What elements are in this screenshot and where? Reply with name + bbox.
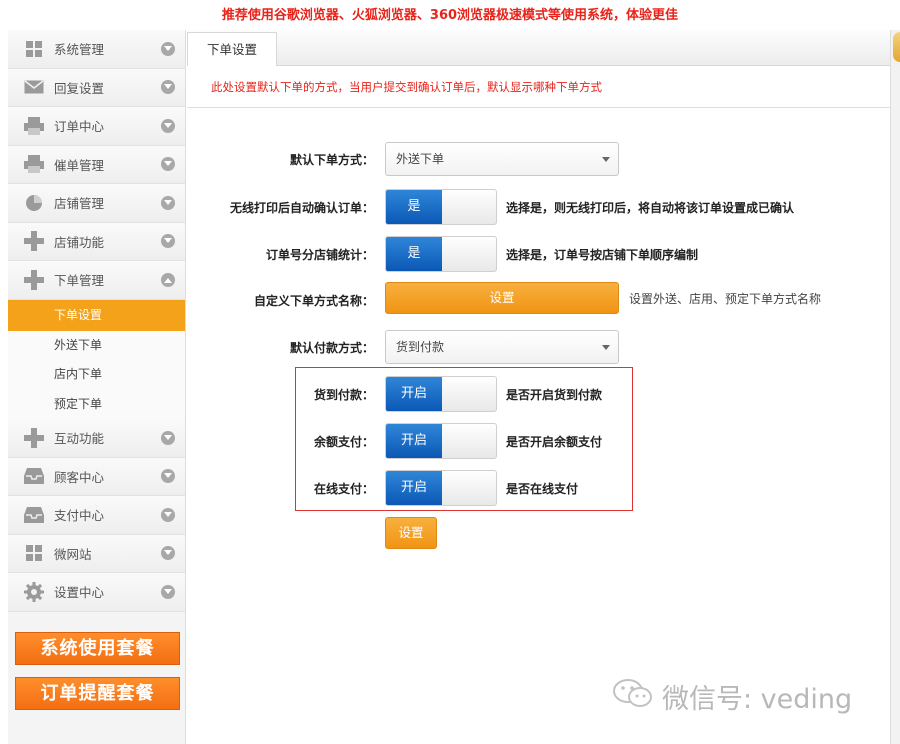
order-number-label: 订单号分店铺统计： xyxy=(265,248,374,262)
sidebar-item-label: 订单中心 xyxy=(54,119,105,135)
chevron-down-icon xyxy=(161,41,175,56)
chevron-up-icon xyxy=(161,272,175,287)
sidebar-item-interaction[interactable]: 互动功能 xyxy=(8,419,185,458)
online-pay-desc: 是否在线支付 xyxy=(506,482,579,496)
balance-label: 余额支付： xyxy=(313,435,374,449)
cod-desc: 是否开启货到付款 xyxy=(506,388,603,402)
gear-icon xyxy=(24,581,44,602)
custom-name-label: 自定义下单方式名称： xyxy=(253,294,374,308)
grid-icon xyxy=(24,543,44,563)
pie-icon xyxy=(24,193,44,213)
balance-toggle[interactable]: 开启 xyxy=(385,423,497,459)
system-package-button[interactable]: 系统使用套餐 xyxy=(15,632,180,665)
notice-text: 此处设置默认下单的方式，当用户提交到确认订单后，默认显示哪种下单方式 xyxy=(187,66,891,108)
plus-icon xyxy=(24,269,44,290)
default-order-select[interactable]: 外送下单 xyxy=(385,142,619,176)
default-payment-label: 默认付款方式： xyxy=(289,341,374,355)
sidebar: 系统管理 回复设置 订单中心 催单管理 店铺管理 店铺功能 下单管理 下单设置 … xyxy=(8,30,186,744)
custom-name-desc: 设置外送、店用、预定下单方式名称 xyxy=(629,292,822,306)
chevron-down-icon xyxy=(161,584,175,599)
save-settings-button[interactable]: 设置 xyxy=(385,517,437,549)
printer-icon xyxy=(24,116,44,136)
chevron-down-icon xyxy=(161,469,175,484)
sidebar-item-microsite[interactable]: 微网站 xyxy=(8,534,185,573)
chevron-down-icon xyxy=(161,80,175,95)
chevron-down-icon xyxy=(161,507,175,522)
toggle-on-segment: 是 xyxy=(386,190,442,224)
sidebar-item-label: 下单管理 xyxy=(54,273,105,289)
banner-text: 推荐使用谷歌浏览器、火狐浏览器、360浏览器极速模式等使用系统，体验更佳 xyxy=(221,8,679,23)
panel-toggle-handle[interactable] xyxy=(893,32,900,62)
grid-icon xyxy=(24,39,44,59)
default-order-value: 外送下单 xyxy=(396,152,445,166)
dropdown-caret-icon xyxy=(602,157,610,162)
sidebar-item-label: 设置中心 xyxy=(54,585,105,601)
sidebar-item-label: 催单管理 xyxy=(54,157,105,173)
sidebar-item-label: 店铺功能 xyxy=(54,234,105,250)
balance-desc: 是否开启余额支付 xyxy=(506,435,603,449)
tab-order-settings[interactable]: 下单设置 xyxy=(187,32,277,66)
sidebar-item-customers[interactable]: 顾客中心 xyxy=(8,457,185,496)
auto-confirm-desc: 选择是，则无线打印后，将自动将该订单设置成已确认 xyxy=(506,201,795,215)
browser-recommendation-banner: 推荐使用谷歌浏览器、火狐浏览器、360浏览器极速模式等使用系统，体验更佳 xyxy=(0,0,900,30)
order-number-toggle[interactable]: 是 xyxy=(385,236,497,272)
online-pay-label: 在线支付： xyxy=(313,482,374,496)
default-payment-select[interactable]: 货到付款 xyxy=(385,330,619,364)
sidebar-item-order-management[interactable]: 下单管理 xyxy=(8,261,185,300)
sidebar-item-label: 微网站 xyxy=(54,546,92,562)
toggle-on-segment: 开启 xyxy=(386,377,442,411)
printer-icon xyxy=(24,154,44,174)
chevron-down-icon xyxy=(161,546,175,561)
inbox-icon xyxy=(24,466,44,486)
mail-icon xyxy=(24,77,44,97)
chevron-down-icon xyxy=(161,234,175,249)
toggle-on-segment: 开启 xyxy=(386,471,442,505)
sidebar-item-reply[interactable]: 回复设置 xyxy=(8,68,185,107)
sidebar-subitem-delivery-order[interactable]: 外送下单 xyxy=(8,330,185,360)
sidebar-item-orders[interactable]: 订单中心 xyxy=(8,107,185,146)
plus-icon xyxy=(24,231,44,252)
online-pay-toggle[interactable]: 开启 xyxy=(385,470,497,506)
dropdown-caret-icon xyxy=(602,345,610,350)
sidebar-item-payments[interactable]: 支付中心 xyxy=(8,496,185,535)
chevron-down-icon xyxy=(161,118,175,133)
chevron-down-icon xyxy=(161,157,175,172)
sidebar-item-shops[interactable]: 店铺管理 xyxy=(8,184,185,223)
plus-icon xyxy=(24,427,44,448)
toggle-on-segment: 开启 xyxy=(386,424,442,458)
sidebar-item-settings[interactable]: 设置中心 xyxy=(8,573,185,612)
default-order-label: 默认下单方式： xyxy=(289,153,374,167)
chevron-down-icon xyxy=(161,195,175,210)
order-number-desc: 选择是，订单号按店铺下单顺序编制 xyxy=(506,248,699,262)
sidebar-subitem-dinein-order[interactable]: 店内下单 xyxy=(8,360,185,390)
sidebar-item-label: 回复设置 xyxy=(54,80,105,96)
default-payment-value: 货到付款 xyxy=(396,340,445,354)
sidebar-item-reminders[interactable]: 催单管理 xyxy=(8,145,185,184)
wechat-icon xyxy=(612,677,654,716)
wechat-watermark: 微信号: veding xyxy=(612,676,852,716)
auto-confirm-toggle[interactable]: 是 xyxy=(385,189,497,225)
sidebar-item-label: 顾客中心 xyxy=(54,469,105,485)
sidebar-subitem-order-settings[interactable]: 下单设置 xyxy=(8,299,185,331)
chevron-down-icon xyxy=(161,430,175,445)
auto-confirm-label: 无线打印后自动确认订单： xyxy=(229,201,374,215)
order-reminder-package-button[interactable]: 订单提醒套餐 xyxy=(15,677,180,710)
cod-label: 货到付款： xyxy=(313,388,374,402)
tab-bar: 下单设置 xyxy=(187,30,891,66)
sidebar-item-label: 店铺管理 xyxy=(54,196,105,212)
sidebar-item-label: 互动功能 xyxy=(54,431,105,447)
cod-toggle[interactable]: 开启 xyxy=(385,376,497,412)
sidebar-item-label: 支付中心 xyxy=(54,508,105,524)
watermark-text: 微信号: veding xyxy=(662,683,853,715)
right-scroll-edge xyxy=(890,30,900,744)
sidebar-item-label: 系统管理 xyxy=(54,42,105,58)
sidebar-item-system[interactable]: 系统管理 xyxy=(8,30,185,69)
custom-name-set-button[interactable]: 设置 xyxy=(385,282,619,314)
inbox-icon xyxy=(24,505,44,525)
toggle-on-segment: 是 xyxy=(386,237,442,271)
sidebar-subitem-reservation-order[interactable]: 预定下单 xyxy=(8,389,185,419)
sidebar-item-shop-features[interactable]: 店铺功能 xyxy=(8,222,185,261)
